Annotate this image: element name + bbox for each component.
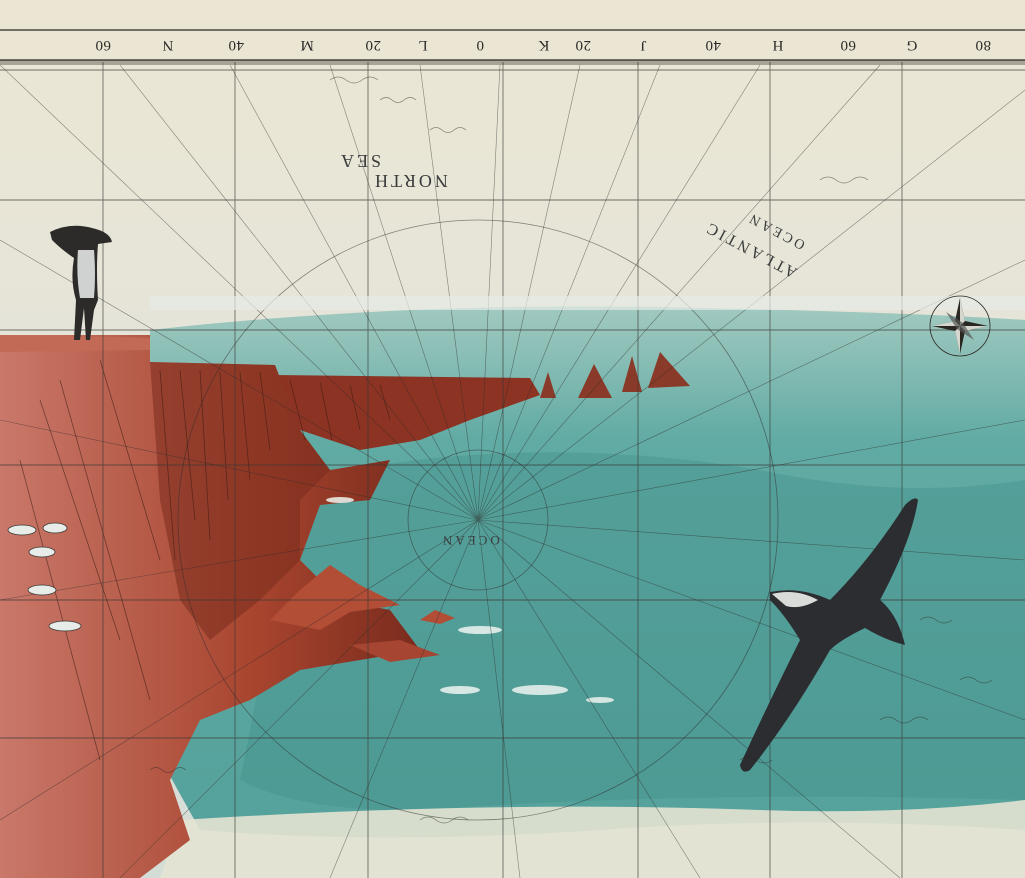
scale-label: N [162,37,174,53]
scale-label: 60 [840,37,856,53]
scale-bar [0,0,1025,65]
scale-label: M [300,37,314,53]
scale-label: H [772,37,784,53]
horizon-haze [150,296,1025,310]
map-painting: 80 G 60 H 40 J 20 K 0 L 20 M 40 N 60 NOR… [0,0,1025,878]
map-label-sea: SEA [338,151,382,171]
scale-label: G [906,37,918,53]
scale-label: 60 [95,37,111,53]
map-label-north: NORTH [372,171,448,191]
map-label-ocean-center: OCEAN [440,533,500,548]
scale-label: 0 [476,37,484,53]
scale-label: 20 [575,37,591,53]
scale-label: 40 [705,37,721,53]
scale-label: 20 [365,37,381,53]
scale-label: 40 [228,37,244,53]
scale-label: L [418,37,428,53]
painting-canvas [0,0,1025,878]
scale-label: J [640,37,647,53]
compass-rose-icon [929,295,991,357]
scale-label: 80 [975,37,991,53]
scale-label: K [538,37,550,53]
